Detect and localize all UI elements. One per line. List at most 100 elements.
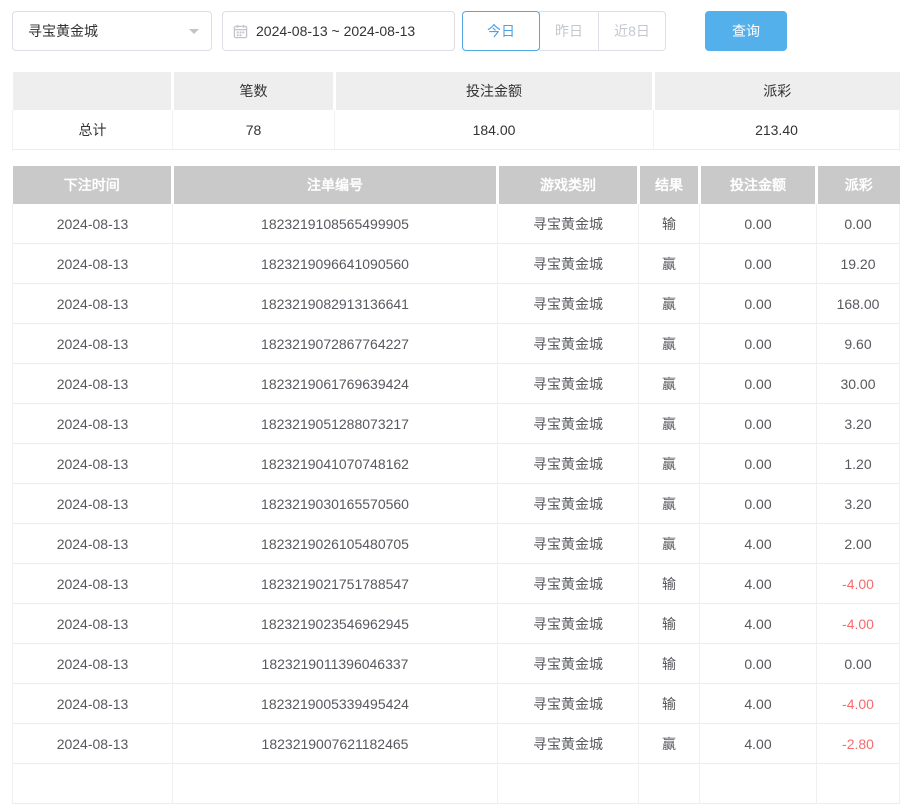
cell-time: 2024-08-13 [13,364,173,404]
bet-table: 下注时间 注单编号 游戏类别 结果 投注金额 派彩 2024-08-131823… [12,166,900,804]
cell-bet: 0.00 [700,404,817,444]
cell-order_no: 1823219072867764227 [173,324,498,364]
header-payout: 派彩 [817,166,900,204]
cell-game: 寻宝黄金城 [498,524,639,564]
calendar-icon [233,24,248,39]
table-row: 2024-08-131823219030165570560寻宝黄金城赢0.003… [13,484,900,524]
cell-game: 寻宝黄金城 [498,724,639,764]
cell-empty [700,764,817,804]
table-row: 2024-08-131823219011396046337寻宝黄金城输0.000… [13,644,900,684]
query-button[interactable]: 查询 [705,11,787,51]
cell-time: 2024-08-13 [13,644,173,684]
cell-time: 2024-08-13 [13,724,173,764]
toolbar: 寻宝黄金城 2024-08-13 ~ 2024-08-13 今日 昨日 近8日 … [0,0,911,51]
cell-time: 2024-08-13 [13,564,173,604]
cell-bet: 0.00 [700,284,817,324]
summary-table: 笔数 投注金额 派彩 总计 78 184.00 213.40 [12,72,900,150]
cell-payout: 0.00 [817,644,900,684]
summary-header-count: 笔数 [173,72,335,110]
quick-range-button-group: 今日 昨日 近8日 [462,11,666,51]
table-row: 2024-08-131823219108565499905寻宝黄金城输0.000… [13,204,900,244]
cell-empty [498,764,639,804]
cell-game: 寻宝黄金城 [498,444,639,484]
cell-result: 输 [639,564,700,604]
cell-bet: 4.00 [700,724,817,764]
cell-result: 赢 [639,404,700,444]
cell-bet: 0.00 [700,444,817,484]
cell-order_no: 1823219007621182465 [173,724,498,764]
cell-order_no: 1823219021751788547 [173,564,498,604]
cell-bet: 4.00 [700,524,817,564]
yesterday-button[interactable]: 昨日 [539,11,599,51]
summary-total-row: 总计 78 184.00 213.40 [13,110,900,150]
cell-bet: 4.00 [700,604,817,644]
cell-game: 寻宝黄金城 [498,644,639,684]
cell-game: 寻宝黄金城 [498,404,639,444]
cell-order_no: 1823219082913136641 [173,284,498,324]
header-order-number: 注单编号 [173,166,498,204]
cell-game: 寻宝黄金城 [498,244,639,284]
cell-result: 赢 [639,444,700,484]
cell-payout: 9.60 [817,324,900,364]
cell-game: 寻宝黄金城 [498,484,639,524]
date-range-value: 2024-08-13 ~ 2024-08-13 [256,23,415,39]
cell-order_no: 1823219026105480705 [173,524,498,564]
cell-time: 2024-08-13 [13,444,173,484]
cell-payout: 3.20 [817,484,900,524]
cell-payout: 3.20 [817,404,900,444]
cell-time: 2024-08-13 [13,204,173,244]
game-select[interactable]: 寻宝黄金城 [12,11,212,51]
cell-order_no: 1823219030165570560 [173,484,498,524]
summary-header-payout: 派彩 [654,72,900,110]
header-game-type: 游戏类别 [498,166,639,204]
cell-game: 寻宝黄金城 [498,364,639,404]
summary-total-label: 总计 [13,110,173,150]
cell-result: 输 [639,604,700,644]
cell-empty [817,764,900,804]
header-bet-time: 下注时间 [13,166,173,204]
summary-total-payout: 213.40 [654,110,900,150]
cell-time: 2024-08-13 [13,484,173,524]
summary-total-bet-amount: 184.00 [335,110,654,150]
game-select-value: 寻宝黄金城 [28,21,98,41]
table-row: 2024-08-131823219026105480705寻宝黄金城赢4.002… [13,524,900,564]
cell-result: 输 [639,644,700,684]
cell-order_no: 1823219023546962945 [173,604,498,644]
cell-payout: 168.00 [817,284,900,324]
cell-order_no: 1823219096641090560 [173,244,498,284]
cell-game: 寻宝黄金城 [498,284,639,324]
cell-result: 赢 [639,324,700,364]
table-row: 2024-08-131823219007621182465寻宝黄金城赢4.00-… [13,724,900,764]
cell-payout: 30.00 [817,364,900,404]
bet-table-header-row: 下注时间 注单编号 游戏类别 结果 投注金额 派彩 [13,166,900,204]
table-row: 2024-08-131823219061769639424寻宝黄金城赢0.003… [13,364,900,404]
cell-time: 2024-08-13 [13,324,173,364]
date-range-input[interactable]: 2024-08-13 ~ 2024-08-13 [222,11,455,51]
chevron-down-icon [189,29,199,39]
last-8-days-button[interactable]: 近8日 [598,11,666,51]
cell-game: 寻宝黄金城 [498,324,639,364]
cell-bet: 0.00 [700,244,817,284]
cell-payout: -4.00 [817,564,900,604]
cell-payout: -2.80 [817,724,900,764]
cell-bet: 0.00 [700,484,817,524]
cell-order_no: 1823219051288073217 [173,404,498,444]
cell-bet: 0.00 [700,644,817,684]
cell-result: 输 [639,684,700,724]
table-row: 2024-08-131823219096641090560寻宝黄金城赢0.001… [13,244,900,284]
cell-order_no: 1823219061769639424 [173,364,498,404]
cell-time: 2024-08-13 [13,244,173,284]
summary-header-blank [13,72,173,110]
cell-game: 寻宝黄金城 [498,564,639,604]
cell-empty [173,764,498,804]
cell-order_no: 1823219108565499905 [173,204,498,244]
today-button[interactable]: 今日 [462,11,540,51]
cell-time: 2024-08-13 [13,604,173,644]
table-row: 2024-08-131823219051288073217寻宝黄金城赢0.003… [13,404,900,444]
summary-total-count: 78 [173,110,335,150]
cell-payout: 19.20 [817,244,900,284]
cell-result: 赢 [639,484,700,524]
cell-bet: 0.00 [700,324,817,364]
table-row: 2024-08-131823219023546962945寻宝黄金城输4.00-… [13,604,900,644]
cell-game: 寻宝黄金城 [498,204,639,244]
